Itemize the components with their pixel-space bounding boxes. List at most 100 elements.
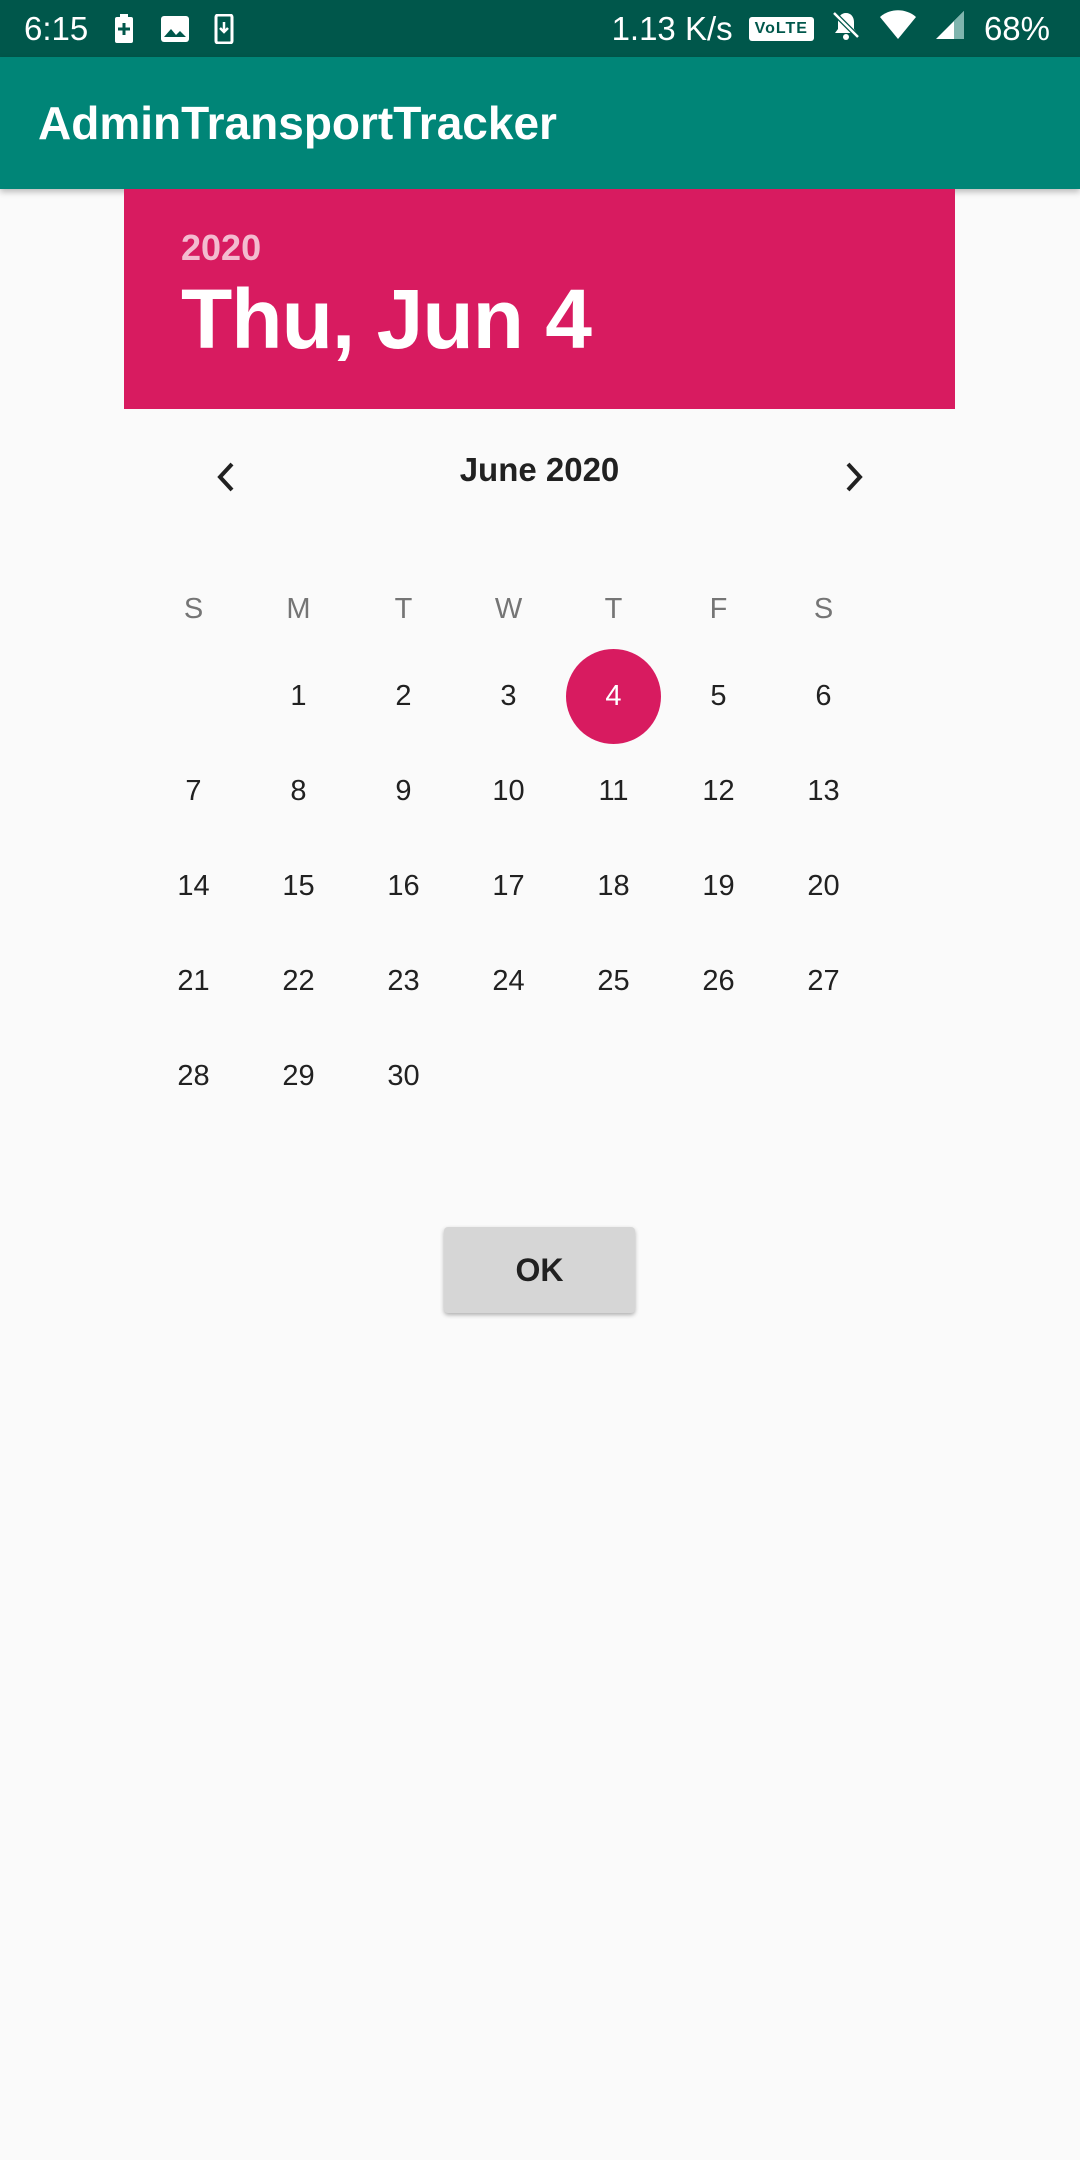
calendar-day-label: 2 [395, 680, 412, 712]
wifi-icon [878, 9, 918, 49]
app-bar: AdminTransportTracker [0, 57, 1080, 189]
calendar-day[interactable]: 13 [771, 744, 876, 839]
calendar-day[interactable]: 17 [456, 839, 561, 934]
calendar-day[interactable]: 20 [771, 839, 876, 934]
calendar-day-label: 8 [290, 775, 307, 807]
calendar-day-label: 28 [177, 1060, 210, 1092]
calendar-day[interactable]: 22 [246, 934, 351, 1029]
calendar-week-row: 1 2 3 4 5 6 [141, 649, 955, 744]
calendar-day[interactable]: 9 [351, 744, 456, 839]
calendar-day-label: 15 [282, 870, 315, 902]
calendar-day-label: 9 [395, 775, 412, 807]
calendar-day-label: 22 [282, 965, 315, 997]
calendar-day-label: 3 [500, 680, 517, 712]
ok-button[interactable]: OK [444, 1227, 635, 1313]
calendar-day-label: 24 [492, 965, 525, 997]
mute-icon [830, 9, 862, 49]
battery-saver-icon [112, 13, 136, 44]
calendar-day[interactable]: 27 [771, 934, 876, 1029]
calendar-day-label: 10 [492, 775, 525, 807]
image-icon [160, 15, 190, 43]
calendar-day[interactable]: 18 [561, 839, 666, 934]
calendar-day-label: 25 [597, 965, 630, 997]
calendar-day[interactable]: 11 [561, 744, 666, 839]
calendar-day-label: 5 [710, 680, 727, 712]
calendar-day[interactable]: 24 [456, 934, 561, 1029]
calendar-day-label: 23 [387, 965, 420, 997]
calendar-day[interactable]: 6 [771, 649, 876, 744]
calendar-day[interactable]: 30 [351, 1029, 456, 1124]
weekday-header-row: S M T W T F S [141, 569, 955, 649]
battery-percent: 68% [983, 9, 1050, 47]
calendar-day[interactable]: 3 [456, 649, 561, 744]
calendar-day-label: 6 [815, 680, 832, 712]
calendar-day[interactable]: 2 [351, 649, 456, 744]
calendar-day-label: 11 [598, 775, 629, 807]
calendar-day-label: 18 [597, 870, 630, 902]
empty-day-cell [771, 1029, 876, 1124]
calendar-week-row: 21 22 23 24 25 26 27 [141, 934, 955, 1029]
weekday-label: T [604, 592, 623, 625]
network-speed: 1.13 K/s [611, 9, 733, 47]
calendar-day-label: 27 [807, 965, 840, 997]
weekday-label: W [494, 592, 523, 625]
empty-day-cell [456, 1029, 561, 1124]
calendar-day[interactable]: 16 [351, 839, 456, 934]
calendar-day-label: 20 [807, 870, 840, 902]
calendar-day-label: 19 [702, 870, 735, 902]
weekday-label: F [709, 592, 728, 625]
calendar-day-label: 29 [282, 1060, 315, 1092]
status-time: 6:15 [24, 9, 89, 47]
calendar-day-label: 7 [185, 775, 202, 807]
signal-icon [934, 9, 968, 49]
calendar-week-row: 7 8 9 10 11 12 13 [141, 744, 955, 839]
weekday-label: S [183, 592, 204, 625]
calendar-day[interactable]: 28 [141, 1029, 246, 1124]
calendar-day-label: 1 [290, 680, 307, 712]
calendar-day-label: 21 [177, 965, 210, 997]
weekday-label: M [286, 592, 311, 625]
calendar-day-label: 4 [605, 680, 622, 712]
calendar-day[interactable]: 1 [246, 649, 351, 744]
app-title: AdminTransportTracker [38, 97, 557, 149]
volte-icon: VoLTE [748, 16, 814, 41]
calendar-day[interactable]: 5 [666, 649, 771, 744]
status-bar: 6:15 1.13 K/s VoLTE 68% [0, 0, 1080, 57]
empty-day-cell [561, 1029, 666, 1124]
calendar-day[interactable]: 12 [666, 744, 771, 839]
calendar-day[interactable]: 8 [246, 744, 351, 839]
weekday-label: S [813, 592, 834, 625]
calendar-day-label: 26 [702, 965, 735, 997]
calendar-day-selected[interactable]: 4 [561, 649, 666, 744]
empty-day-cell [666, 1029, 771, 1124]
picker-header: 2020 Thu, Jun 4 [124, 189, 955, 409]
header-year[interactable]: 2020 [181, 227, 261, 269]
header-selected-date[interactable]: Thu, Jun 4 [181, 271, 592, 368]
empty-day-cell [141, 649, 246, 744]
calendar-day[interactable]: 10 [456, 744, 561, 839]
date-picker: 2020 Thu, Jun 4 June 2020 S M T W T F S … [124, 189, 955, 1124]
calendar-day-label: 16 [387, 870, 420, 902]
calendar-week-row: 14 15 16 17 18 19 20 [141, 839, 955, 934]
calendar-week-row: 28 29 30 [141, 1029, 955, 1124]
calendar-day[interactable]: 7 [141, 744, 246, 839]
weekday-label: T [394, 592, 413, 625]
calendar-day[interactable]: 25 [561, 934, 666, 1029]
download-icon [214, 13, 234, 44]
chevron-right-icon [842, 460, 866, 499]
calendar-day-label: 14 [177, 870, 210, 902]
calendar-day[interactable]: 21 [141, 934, 246, 1029]
calendar-grid: 1 2 3 4 5 6 7 8 9 10 11 12 13 14 15 16 17 18 19 20 21 22 23 24 2… [124, 649, 955, 1124]
calendar-day-label: 13 [807, 775, 840, 807]
calendar-day-label: 30 [387, 1060, 420, 1092]
calendar-day-label: 17 [492, 870, 525, 902]
month-navigation: June 2020 [124, 409, 955, 569]
calendar-day[interactable]: 29 [246, 1029, 351, 1124]
calendar-day[interactable]: 15 [246, 839, 351, 934]
calendar-day[interactable]: 19 [666, 839, 771, 934]
calendar-day[interactable]: 23 [351, 934, 456, 1029]
calendar-day[interactable]: 26 [666, 934, 771, 1029]
calendar-day[interactable]: 14 [141, 839, 246, 934]
calendar-day-label: 12 [702, 775, 735, 807]
next-month-button[interactable] [824, 449, 884, 509]
